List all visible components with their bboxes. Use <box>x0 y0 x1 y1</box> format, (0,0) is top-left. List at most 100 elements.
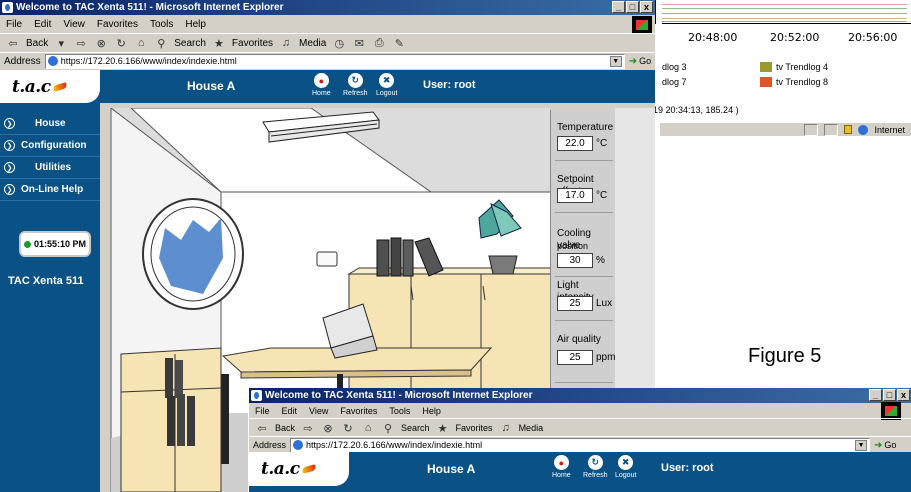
go-arrow-icon[interactable]: ➜ <box>874 440 882 451</box>
menu-help[interactable]: Help <box>416 406 447 416</box>
legend-swatch <box>760 77 772 87</box>
media-button[interactable]: Media <box>519 423 544 433</box>
chevron-right-icon: ❯ <box>4 118 15 129</box>
search-button[interactable]: Search <box>401 423 430 433</box>
favorites-icon[interactable]: ★ <box>212 36 226 50</box>
clock-display: 01:55:10 PM <box>19 231 91 257</box>
address-dropdown-icon[interactable]: ▼ <box>855 439 868 451</box>
back-button[interactable]: Back <box>275 423 295 433</box>
menu-edit[interactable]: Edit <box>28 19 57 30</box>
search-button[interactable]: Search <box>174 38 206 49</box>
refresh-icon[interactable]: ↻ <box>341 421 355 435</box>
refresh-icon[interactable]: ↻ <box>114 36 128 50</box>
favorites-icon[interactable]: ★ <box>436 421 450 435</box>
forward-arrow-icon[interactable]: ⇨ <box>74 36 88 50</box>
home-ladybug-icon: ● <box>553 455 569 470</box>
back-button[interactable]: Back <box>26 38 48 49</box>
ie-icon <box>251 390 262 401</box>
address-bar: Address https://172.20.6.166/www/index/i… <box>249 436 911 453</box>
menu-favorites[interactable]: Favorites <box>91 19 144 30</box>
media-button[interactable]: Media <box>299 38 326 49</box>
refresh-nav-button[interactable]: ↻ Refresh <box>343 73 368 97</box>
search-icon[interactable]: ⚲ <box>154 36 168 50</box>
menu-help[interactable]: Help <box>179 19 212 30</box>
round-window <box>142 198 244 310</box>
address-input[interactable]: https://172.20.6.166/www/index/indexie.h… <box>44 53 625 69</box>
stop-icon[interactable]: ⊗ <box>94 36 108 50</box>
light-intensity-unit: Lux <box>596 298 613 309</box>
edit-icon[interactable]: ✎ <box>392 36 406 50</box>
cooling-valve-unit: % <box>596 255 605 266</box>
history-icon[interactable]: ◷ <box>332 36 346 50</box>
media-icon[interactable]: ♫ <box>499 421 513 435</box>
home-nav-button[interactable]: ● Home <box>312 73 331 97</box>
address-url: https://172.20.6.166/www/index/indexie.h… <box>60 56 237 66</box>
go-button[interactable]: Go <box>884 440 896 450</box>
maximize-button[interactable]: □ <box>883 389 896 401</box>
dropdown-icon[interactable]: ▾ <box>54 36 68 50</box>
home-nav-button[interactable]: ● Home <box>552 455 571 479</box>
sidebar-item-configuration[interactable]: ❯ Configuration <box>0 135 100 157</box>
favorites-button[interactable]: Favorites <box>456 423 493 433</box>
home-icon[interactable]: ⌂ <box>361 421 375 435</box>
page-title: House A <box>187 79 236 93</box>
home-icon[interactable]: ⌂ <box>134 36 148 50</box>
home-ladybug-icon: ● <box>313 73 329 88</box>
menu-file[interactable]: File <box>249 406 276 416</box>
sidebar-item-utilities[interactable]: ❯ Utilities <box>0 157 100 179</box>
address-input[interactable]: https://172.20.6.166/www/index/indexie.h… <box>290 437 871 453</box>
close-button[interactable]: x <box>640 1 653 13</box>
print-icon[interactable]: ⎙ <box>372 36 386 50</box>
menu-view[interactable]: View <box>303 406 334 416</box>
menu-edit[interactable]: Edit <box>276 406 304 416</box>
minimize-button[interactable]: _ <box>612 1 625 13</box>
maximize-button[interactable]: □ <box>626 1 639 13</box>
logout-nav-button[interactable]: ✖ Logout <box>615 455 636 479</box>
tac-swoosh-icon <box>301 464 317 474</box>
mail-icon[interactable]: ✉ <box>352 36 366 50</box>
chevron-right-icon: ❯ <box>4 162 15 173</box>
bookshelf <box>120 347 222 492</box>
cooling-valve-sublabel: position <box>557 241 589 251</box>
temperature-label: Temperature <box>557 122 614 133</box>
media-icon[interactable]: ♫ <box>279 36 293 50</box>
back-arrow-icon[interactable]: ⇦ <box>255 421 269 435</box>
address-dropdown-icon[interactable]: ▼ <box>609 55 622 67</box>
search-icon[interactable]: ⚲ <box>381 421 395 435</box>
go-button[interactable]: Go <box>639 56 651 66</box>
window-titlebar: Welcome to TAC Xenta 511! - Microsoft In… <box>0 0 655 15</box>
sidebar-item-online-help[interactable]: ❯ On-Line Help <box>0 179 100 201</box>
logout-x-icon: ✖ <box>379 73 395 88</box>
air-quality-unit: ppm <box>596 352 616 363</box>
refresh-icon: ↻ <box>347 73 363 88</box>
menu-view[interactable]: View <box>57 19 91 30</box>
forward-arrow-icon[interactable]: ⇨ <box>301 421 315 435</box>
menu-file[interactable]: File <box>0 19 28 30</box>
temperature-value: 22.0 <box>557 136 593 151</box>
tac-logo: t.a.c <box>249 452 349 486</box>
address-label: Address <box>253 440 287 450</box>
minimize-button[interactable]: _ <box>869 389 882 401</box>
menu-tools[interactable]: Tools <box>383 406 416 416</box>
logout-nav-button[interactable]: ✖ Logout <box>376 73 397 97</box>
menu-favorites[interactable]: Favorites <box>334 406 383 416</box>
chevron-right-icon: ❯ <box>4 184 15 195</box>
trend-time-label: 20:48:00 <box>688 31 738 44</box>
tac-header: t.a.c House A ● Home ↻ Refresh ✖ Logout … <box>0 70 655 103</box>
back-arrow-icon[interactable]: ⇦ <box>6 36 20 50</box>
sidebar-item-house[interactable]: ❯ House <box>0 113 100 135</box>
background-trend-window: 20:48:00 20:52:00 20:56:00 dlog 3 tv Tre… <box>250 0 911 140</box>
window-titlebar: Welcome to TAC Xenta 511! - Microsoft In… <box>249 388 911 403</box>
stop-icon[interactable]: ⊗ <box>321 421 335 435</box>
close-button[interactable]: x <box>897 389 910 401</box>
favorites-button[interactable]: Favorites <box>232 38 273 49</box>
device-name: TAC Xenta 511 <box>8 275 84 287</box>
setpoint-offset-unit: °C <box>596 190 608 201</box>
toolbar: ⇦ Back ▾ ⇨ ⊗ ↻ ⌂ ⚲ Search ★ Favorites ♫ … <box>0 33 655 52</box>
address-label: Address <box>4 55 41 67</box>
tac-header: t.a.c House A ● Home ↻ Refresh ✖ Logout … <box>249 452 911 492</box>
ie-icon <box>2 2 13 13</box>
menu-tools[interactable]: Tools <box>144 19 179 30</box>
go-arrow-icon[interactable]: ➜ <box>629 56 637 67</box>
refresh-nav-button[interactable]: ↻ Refresh <box>583 455 608 479</box>
